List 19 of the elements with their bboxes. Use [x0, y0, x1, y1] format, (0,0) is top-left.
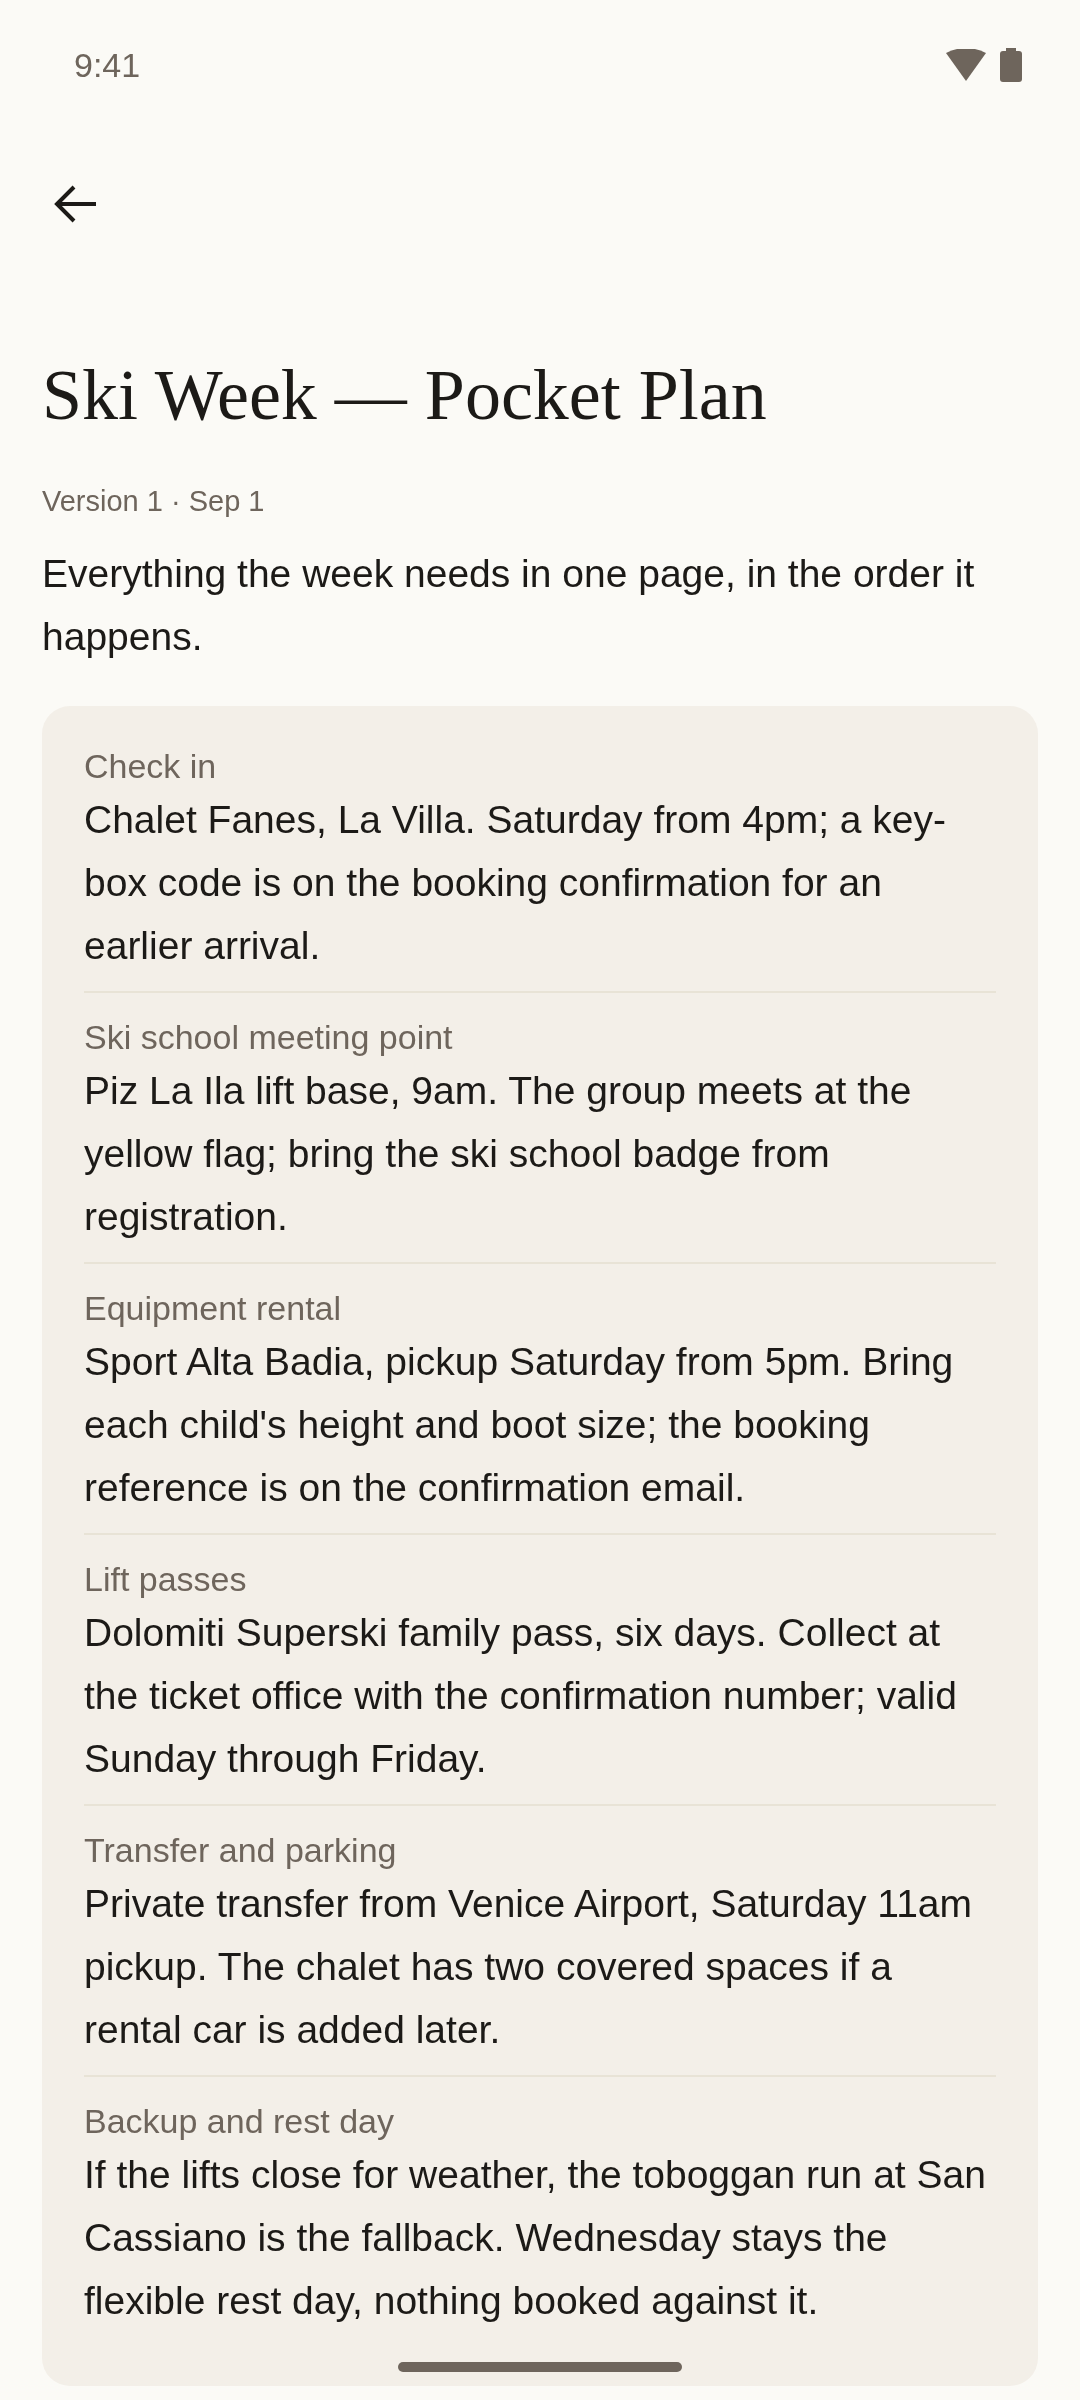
section-label: Lift passes — [84, 1559, 248, 1601]
section-text: Piz La Ila lift base, 9am. The group meets at the yellow flag; bring the ski school badge from registration. — [84, 1068, 913, 1241]
battery-icon — [1000, 48, 1022, 82]
section-text: If the lifts close for weather, the toboggan run at San Cassiano is the fallback. Wednesday stays the flexible rest day, nothing booked against it. — [84, 2152, 987, 2325]
section-text: Chalet Fanes, La Villa. Saturday from 4pm; a key-box code is on the booking confirmation for an earlier arrival. — [84, 797, 948, 970]
section-label: Backup and rest day — [84, 2101, 395, 2143]
intro-text: Everything the week needs in one page, in the order it happens. — [42, 551, 976, 661]
wifi-icon — [946, 49, 986, 81]
back-arrow-icon — [54, 184, 98, 224]
section-label: Equipment rental — [84, 1288, 343, 1330]
version-date: Version 1 · Sep 1 — [42, 485, 266, 519]
section-text: Sport Alta Badia, pickup Saturday from 5pm. Bring each child's height and boot size; the booking reference is on the confirmation email. — [84, 1339, 955, 1512]
page-title: Ski Week — Pocket Plan — [42, 356, 768, 436]
section-label: Check in — [84, 746, 218, 788]
status-time: 9:41 — [74, 45, 141, 85]
section-text: Dolomiti Superski family pass, six days. Collect at the ticket office with the confirmation number; valid Sunday through Friday. — [84, 1610, 958, 1783]
section-text: Private transfer from Venice Airport, Saturday 11am pickup. The chalet has two covered spaces if a rental car is added later. — [84, 1881, 973, 2054]
section-label: Ski school meeting point — [84, 1017, 454, 1059]
section-label: Transfer and parking — [84, 1830, 398, 1872]
